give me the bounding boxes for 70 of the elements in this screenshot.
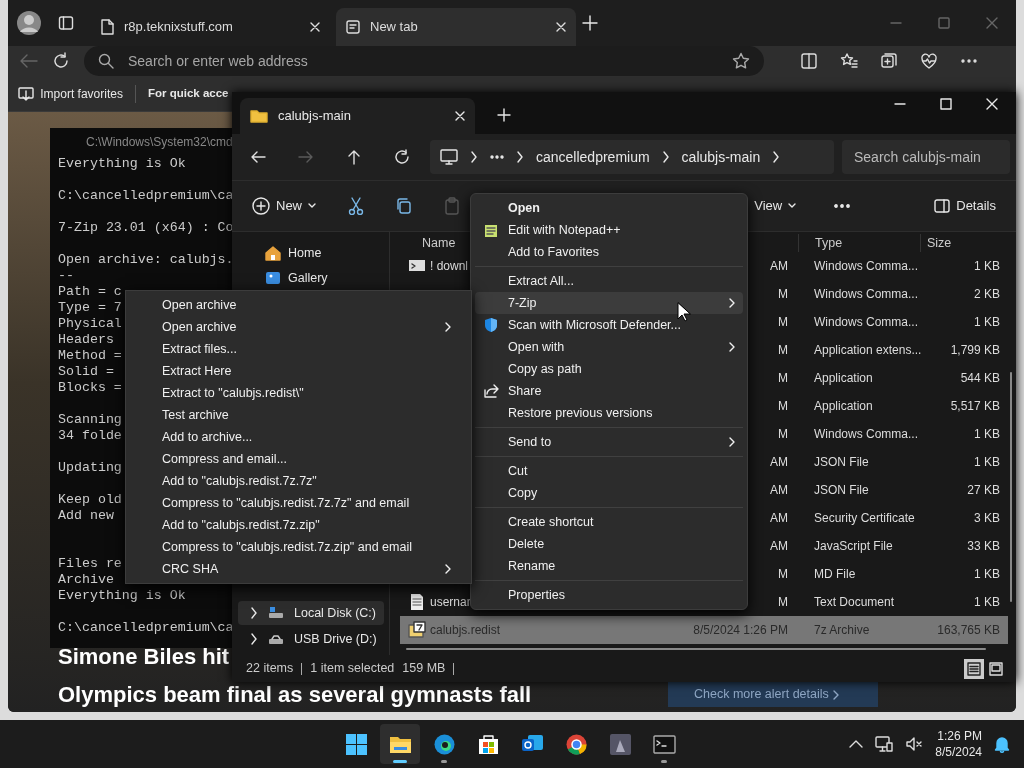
console-line: Add new bbox=[58, 508, 114, 524]
console-line: Updating bbox=[58, 460, 122, 476]
window-title: C:\Windows\System32\cmd bbox=[86, 134, 233, 151]
file-date: AM bbox=[770, 511, 788, 525]
file-size: 544 KB bbox=[960, 371, 1000, 385]
file-size: 5,517 KB bbox=[950, 399, 1000, 413]
file-size: 33 KB bbox=[967, 539, 1000, 553]
status-text: 22 items bbox=[246, 660, 294, 678]
file-type: JSON File bbox=[814, 455, 869, 469]
console-line: Solid = bbox=[58, 364, 114, 380]
file-type: 7z Archive bbox=[814, 623, 870, 637]
status-text: 1 item selected bbox=[310, 660, 395, 678]
file-size: 2 KB bbox=[974, 287, 1000, 301]
console-line: C:\cancelledpremium\ca bbox=[58, 620, 234, 636]
console-line: Headers bbox=[58, 332, 114, 348]
file-size: 1 KB bbox=[974, 427, 1000, 441]
console-line: Keep old bbox=[58, 492, 122, 508]
console-line: Blocks = bbox=[58, 380, 122, 396]
status-text: 159 MB bbox=[402, 660, 446, 678]
console-line: Scanning bbox=[58, 412, 122, 428]
console-line: Physical bbox=[58, 316, 122, 332]
file-type: Windows Comma... bbox=[814, 287, 919, 301]
file-date: M bbox=[778, 427, 788, 441]
file-size: 1,799 KB bbox=[950, 343, 1000, 357]
file-type: JavaScript File bbox=[814, 539, 893, 553]
file-name: ! downl bbox=[430, 258, 469, 275]
file-type: Application extens... bbox=[814, 343, 922, 357]
file-date: M bbox=[778, 595, 788, 609]
console-line: 34 folde bbox=[58, 428, 122, 444]
file-date: 8/5/2024 1:26 PM bbox=[693, 623, 788, 637]
file-size: 1 KB bbox=[974, 595, 1000, 609]
file-name: usernar bbox=[430, 594, 471, 611]
console-line: Archive bbox=[58, 572, 114, 588]
file-size: 1 KB bbox=[974, 455, 1000, 469]
console-line: C:\cancelledpremium\ca bbox=[58, 188, 234, 204]
file-date: M bbox=[778, 315, 788, 329]
file-size: 163,765 KB bbox=[937, 623, 1000, 637]
console-line: -- bbox=[58, 268, 74, 284]
file-date: M bbox=[778, 287, 788, 301]
file-type: Application bbox=[814, 371, 873, 385]
file-type: Text Document bbox=[814, 595, 895, 609]
file-date: M bbox=[778, 343, 788, 357]
file-date: M bbox=[778, 371, 788, 385]
file-type: Windows Comma... bbox=[814, 259, 919, 273]
file-type: Windows Comma... bbox=[814, 427, 919, 441]
console-line: Files re bbox=[58, 556, 122, 572]
console-line: Type = 7 bbox=[58, 300, 122, 316]
file-type: Windows Comma... bbox=[814, 315, 919, 329]
console-line: Everything is Ok bbox=[58, 588, 186, 604]
console-line: Everything is Ok bbox=[58, 156, 186, 172]
console-line: Open archive: calubjs. bbox=[58, 252, 234, 268]
file-date: M bbox=[778, 567, 788, 581]
file-size: 1 KB bbox=[974, 259, 1000, 273]
file-size: 1 KB bbox=[974, 315, 1000, 329]
file-type: Security Certificate bbox=[814, 511, 915, 525]
file-size: 3 KB bbox=[974, 511, 1000, 525]
file-date: AM bbox=[770, 539, 788, 553]
file-name: calubjs.redist bbox=[430, 622, 501, 639]
console-line: 7-Zip 23.01 (x64) : Co bbox=[58, 220, 234, 236]
file-type: MD File bbox=[814, 567, 856, 581]
file-type: Application bbox=[814, 399, 873, 413]
file-date: AM bbox=[770, 259, 788, 273]
console-line: Path = c bbox=[58, 284, 122, 300]
file-date: AM bbox=[770, 483, 788, 497]
console-line: Method = bbox=[58, 348, 122, 364]
file-type: JSON File bbox=[814, 483, 869, 497]
file-date: AM bbox=[770, 455, 788, 469]
file-date: M bbox=[778, 399, 788, 413]
file-size: 27 KB bbox=[967, 483, 1000, 497]
file-size: 1 KB bbox=[974, 567, 1000, 581]
